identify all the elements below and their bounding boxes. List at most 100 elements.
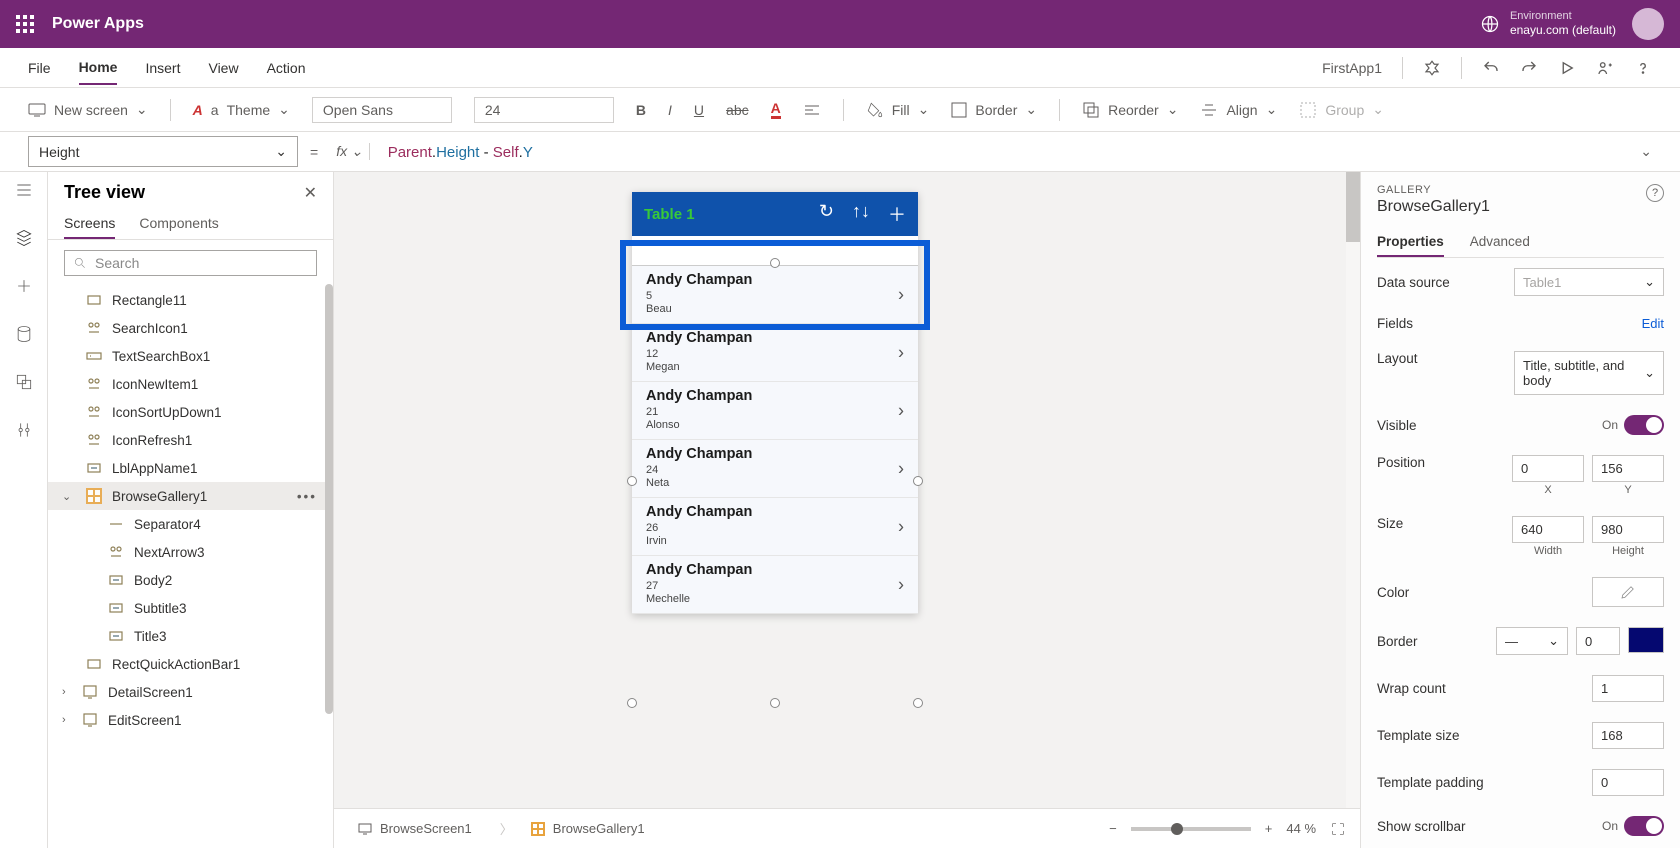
italic-icon[interactable]: I <box>668 102 672 118</box>
chevron-right-icon[interactable]: › <box>898 284 904 305</box>
app-checker-icon[interactable] <box>1423 59 1441 77</box>
canvas[interactable]: Table 1 ↻ ↑↓ ＋ Andy Champan5Beau›Andy Ch… <box>334 172 1360 848</box>
gallery-item[interactable]: Andy Champan24Neta› <box>632 440 918 498</box>
app-launcher-icon[interactable] <box>16 15 34 33</box>
border-button[interactable]: Border⌄ <box>951 101 1037 118</box>
chevron-right-icon[interactable]: › <box>898 574 904 595</box>
strike-icon[interactable]: abc <box>726 102 749 118</box>
edit-fields-link[interactable]: Edit <box>1642 316 1664 331</box>
fill-button[interactable]: Fill⌄ <box>866 101 930 119</box>
add-icon[interactable]: ＋ <box>888 201 906 227</box>
border-style[interactable]: —⌄ <box>1496 627 1568 655</box>
breadcrumb-screen[interactable]: BrowseScreen1 <box>348 817 482 840</box>
tree-item-Subtitle3[interactable]: Subtitle3 <box>48 594 333 622</box>
data-icon[interactable] <box>14 324 34 344</box>
help-icon[interactable] <box>1634 59 1652 77</box>
chevron-right-icon[interactable]: › <box>898 400 904 421</box>
tree-item-NextArrow3[interactable]: NextArrow3 <box>48 538 333 566</box>
zoom-slider[interactable] <box>1131 827 1251 831</box>
zoom-in-icon[interactable]: + <box>1265 821 1273 836</box>
border-width-input[interactable]: 0 <box>1576 627 1620 655</box>
tree-item-IconRefresh1[interactable]: IconRefresh1 <box>48 426 333 454</box>
height-input[interactable]: 980 <box>1592 516 1664 543</box>
tree-item-RectQuickActionBar1[interactable]: RectQuickActionBar1 <box>48 650 333 678</box>
tree-search-input[interactable]: Search <box>64 250 317 276</box>
tree-item-Body2[interactable]: Body2 <box>48 566 333 594</box>
menu-file[interactable]: File <box>28 52 51 84</box>
tree-item-BrowseGallery1[interactable]: ⌄BrowseGallery1••• <box>48 482 333 510</box>
font-size-select[interactable]: 24 <box>474 97 614 123</box>
layout-select[interactable]: Title, subtitle, and body⌄ <box>1514 351 1664 395</box>
menu-view[interactable]: View <box>208 52 238 84</box>
chevron-down-icon[interactable]: ⌄ <box>1640 143 1652 160</box>
chevron-right-icon[interactable]: › <box>898 458 904 479</box>
undo-icon[interactable] <box>1482 59 1500 77</box>
menu-insert[interactable]: Insert <box>145 52 180 84</box>
refresh-icon[interactable]: ↻ <box>819 201 834 227</box>
template-padding-input[interactable]: 0 <box>1592 769 1664 796</box>
template-size-input[interactable]: 168 <box>1592 722 1664 749</box>
zoom-out-icon[interactable]: − <box>1109 821 1117 836</box>
tree-item-EditScreen1[interactable]: ›EditScreen1 <box>48 706 333 734</box>
color-picker[interactable] <box>1592 577 1664 607</box>
tree-item-Separator4[interactable]: Separator4 <box>48 510 333 538</box>
insert-icon[interactable] <box>14 276 34 296</box>
tree-item-LblAppName1[interactable]: LblAppName1 <box>48 454 333 482</box>
media-icon[interactable] <box>14 372 34 392</box>
wrap-count-input[interactable]: 1 <box>1592 675 1664 702</box>
tools-icon[interactable] <box>14 420 34 440</box>
more-icon[interactable]: ••• <box>297 489 323 504</box>
border-color[interactable] <box>1628 627 1664 653</box>
tree-tab-screens[interactable]: Screens <box>64 209 115 239</box>
canvas-scrollbar[interactable] <box>1346 172 1360 808</box>
close-icon[interactable]: ✕ <box>304 183 317 203</box>
font-select[interactable]: Open Sans <box>312 97 452 123</box>
gallery-item[interactable]: Andy Champan26Irvin› <box>632 498 918 556</box>
theme-button[interactable]: Aa Theme ⌄ <box>193 101 290 118</box>
fit-icon[interactable] <box>1330 821 1346 837</box>
underline-icon[interactable]: U <box>694 102 704 118</box>
tree-item-Title3[interactable]: Title3 <box>48 622 333 650</box>
tree-item-Rectangle11[interactable]: Rectangle11 <box>48 286 333 314</box>
sort-icon[interactable]: ↑↓ <box>852 201 870 227</box>
gallery-item[interactable]: Andy Champan12Megan› <box>632 324 918 382</box>
width-input[interactable]: 640 <box>1512 516 1584 543</box>
group-button[interactable]: Group⌄ <box>1299 101 1384 119</box>
props-tab-advanced[interactable]: Advanced <box>1470 228 1530 257</box>
menu-home[interactable]: Home <box>79 51 118 85</box>
font-color-icon[interactable]: A <box>771 100 781 119</box>
align-text-icon[interactable] <box>803 103 821 117</box>
play-icon[interactable] <box>1558 59 1576 77</box>
bold-icon[interactable]: B <box>636 102 646 118</box>
share-icon[interactable] <box>1596 59 1614 77</box>
new-screen-button[interactable]: New screen ⌄ <box>28 101 148 118</box>
menu-action[interactable]: Action <box>267 52 306 84</box>
breadcrumb-control[interactable]: BrowseGallery1 <box>490 815 655 842</box>
tree-tab-components[interactable]: Components <box>139 209 218 239</box>
tree-item-DetailScreen1[interactable]: ›DetailScreen1 <box>48 678 333 706</box>
scrollbar[interactable] <box>325 284 333 714</box>
tree-item-IconNewItem1[interactable]: IconNewItem1 <box>48 370 333 398</box>
tree-item-TextSearchBox1[interactable]: TextSearchBox1 <box>48 342 333 370</box>
redo-icon[interactable] <box>1520 59 1538 77</box>
tree-item-IconSortUpDown1[interactable]: IconSortUpDown1 <box>48 398 333 426</box>
pos-y-input[interactable]: 156 <box>1592 455 1664 482</box>
hamburger-icon[interactable] <box>14 180 34 200</box>
tree-view-icon[interactable] <box>14 228 34 248</box>
gallery-item[interactable]: Andy Champan5Beau› <box>632 266 918 324</box>
formula-input[interactable]: Parent.Height - Self.Y <box>382 137 1629 167</box>
environment-switcher[interactable]: Environment enayu.com (default) <box>1480 10 1616 38</box>
info-icon[interactable]: ? <box>1646 184 1664 202</box>
pos-x-input[interactable]: 0 <box>1512 455 1584 482</box>
tree-item-SearchIcon1[interactable]: SearchIcon1 <box>48 314 333 342</box>
visible-toggle[interactable] <box>1624 415 1664 435</box>
property-select[interactable]: Height⌄ <box>28 136 298 167</box>
align-button[interactable]: Align⌄ <box>1200 101 1277 119</box>
chevron-right-icon[interactable]: › <box>898 342 904 363</box>
fx-icon[interactable]: fx ⌄ <box>330 143 370 160</box>
gallery-item[interactable]: Andy Champan27Mechelle› <box>632 556 918 614</box>
chevron-right-icon[interactable]: › <box>898 516 904 537</box>
reorder-button[interactable]: Reorder⌄ <box>1082 101 1178 119</box>
scrollbar-toggle[interactable] <box>1624 816 1664 836</box>
data-source-select[interactable]: Table1⌄ <box>1514 268 1664 296</box>
